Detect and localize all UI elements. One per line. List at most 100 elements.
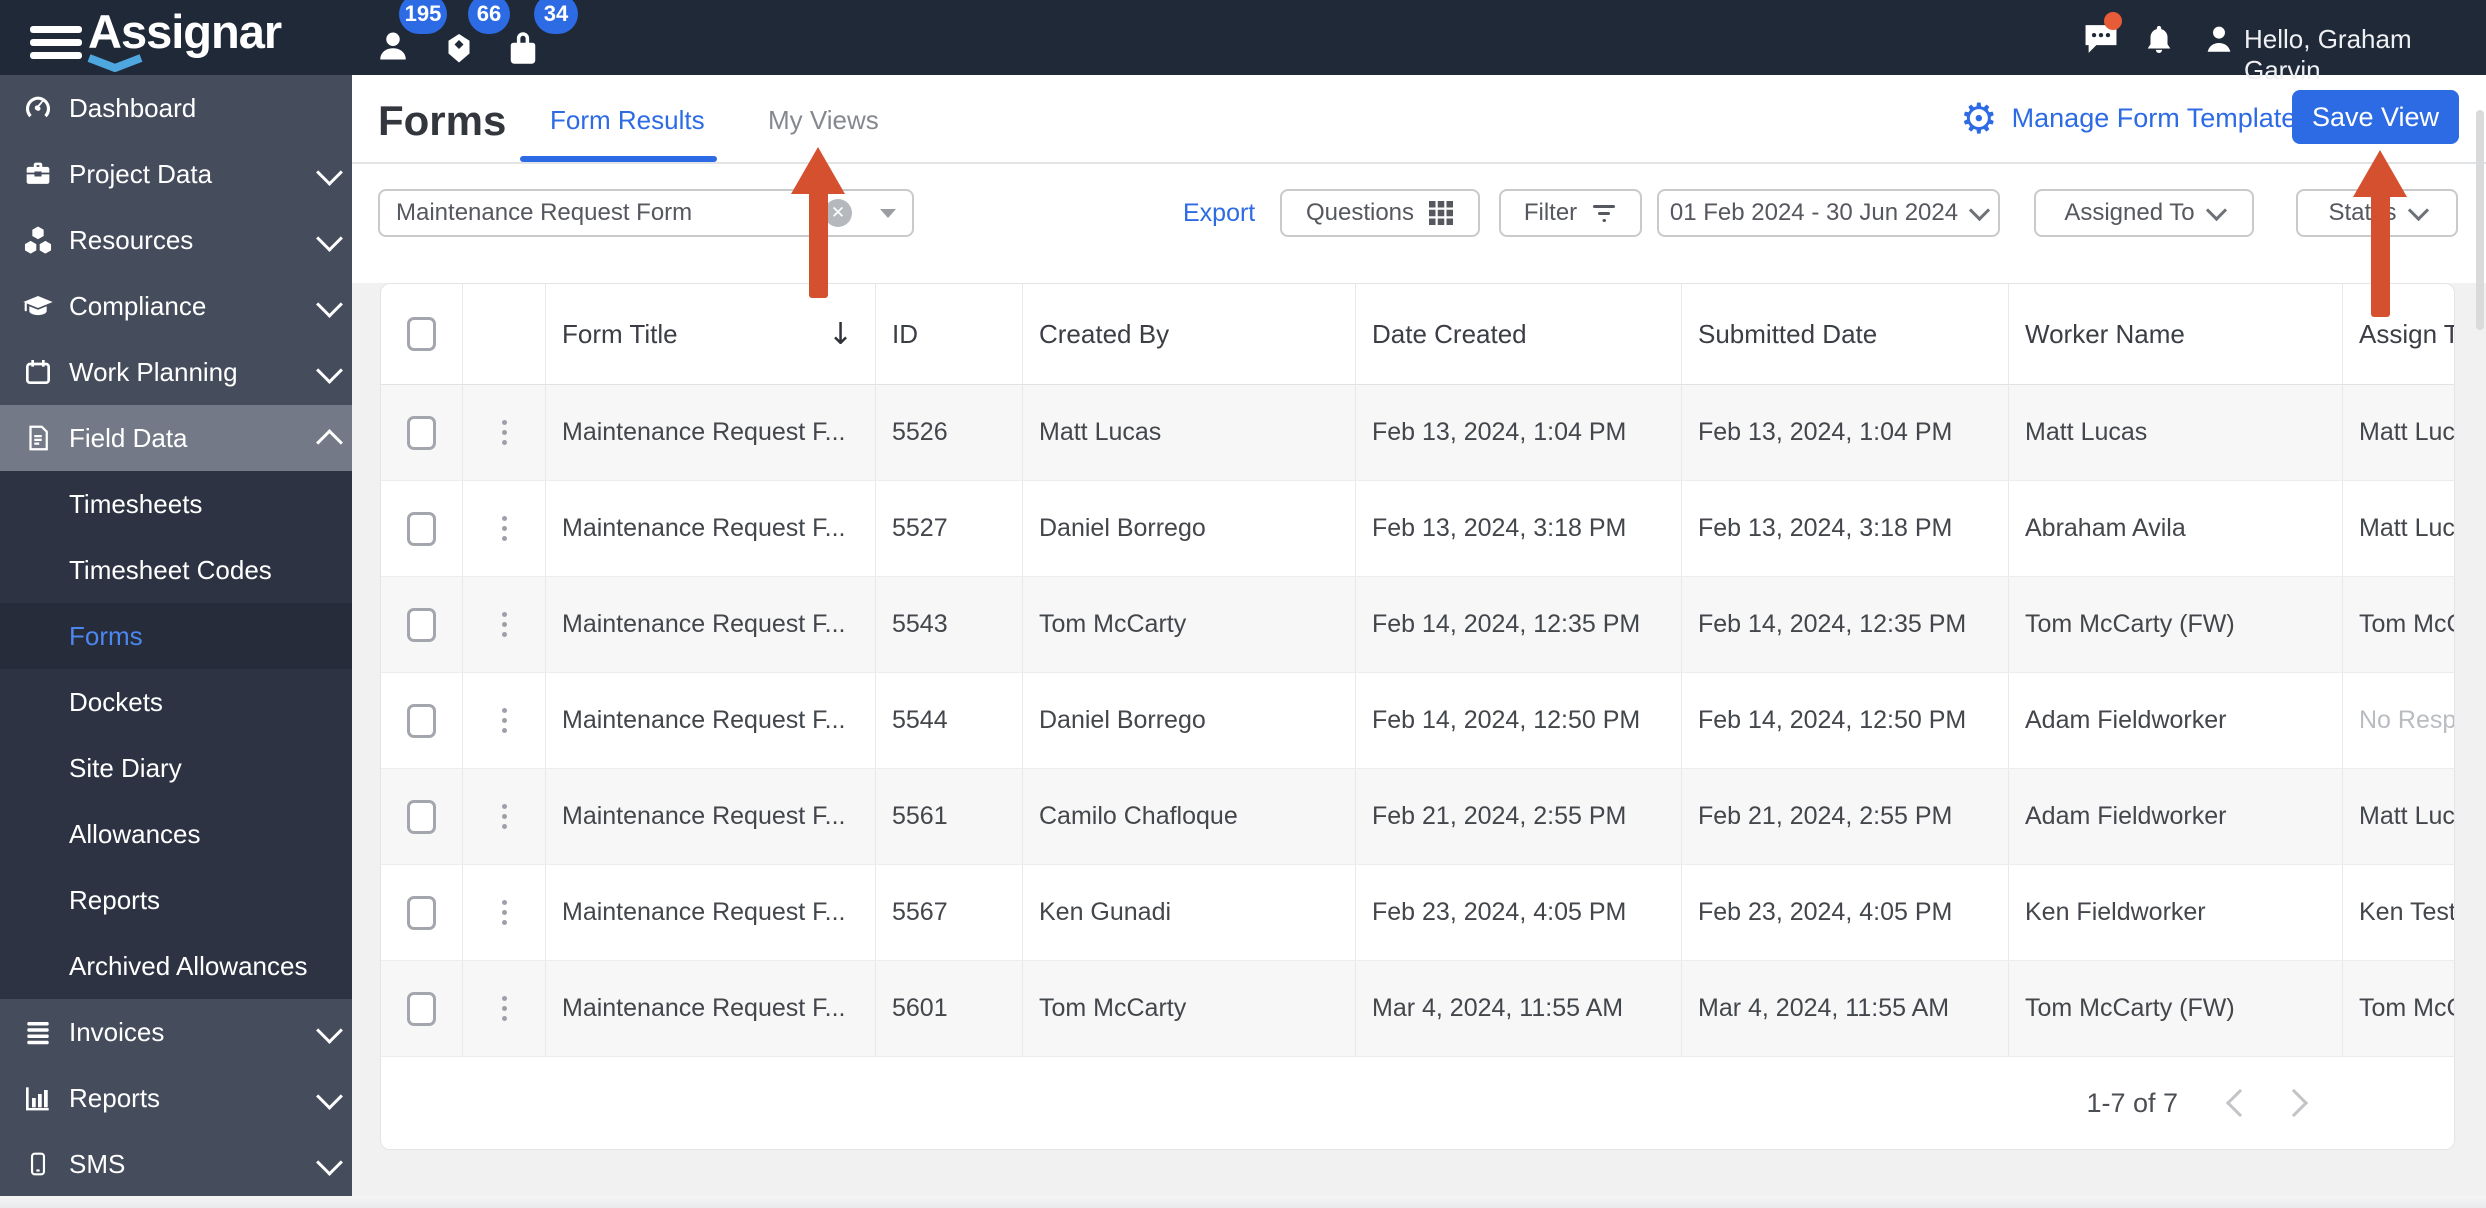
chevron-down-icon: [316, 1017, 343, 1044]
sidebar-item-allowances[interactable]: Allowances: [0, 801, 352, 867]
row-actions-kebab-icon[interactable]: [501, 612, 507, 637]
row-actions-kebab-icon[interactable]: [501, 996, 507, 1021]
cell-date-created: Feb 13, 2024, 1:04 PM: [1355, 385, 1681, 480]
sidebar-item-label: Timesheet Codes: [69, 554, 272, 585]
table-row[interactable]: Maintenance Request F... 5526 Matt Lucas…: [381, 385, 2454, 481]
select-all-checkbox[interactable]: [407, 317, 436, 351]
export-link[interactable]: Export: [1183, 189, 1255, 237]
column-header-form-title[interactable]: Form Title ↓: [545, 284, 875, 384]
row-checkbox[interactable]: [407, 415, 436, 450]
sidebar-item-reports-sub[interactable]: Reports: [0, 867, 352, 933]
cell-id: 5527: [875, 481, 1022, 576]
tab-form-results[interactable]: Form Results: [550, 105, 705, 136]
calendar-icon: [16, 355, 60, 389]
sidebar-item-label: Forms: [69, 620, 143, 651]
workers-count-icon[interactable]: [375, 26, 411, 66]
row-actions-kebab-icon[interactable]: [501, 900, 507, 925]
filter-lines-icon: [1593, 205, 1616, 222]
assets-count-icon[interactable]: [441, 28, 477, 70]
cell-worker-name: Adam Fieldworker: [2008, 769, 2342, 864]
tab-my-views[interactable]: My Views: [768, 105, 879, 136]
sidebar-item-label: Project Data: [69, 158, 213, 189]
row-actions-kebab-icon[interactable]: [501, 516, 507, 541]
cell-form-title[interactable]: Maintenance Request F...: [545, 769, 875, 864]
user-profile-icon[interactable]: [2202, 22, 2236, 56]
cell-id: 5601: [875, 961, 1022, 1056]
table-row[interactable]: Maintenance Request F... 5543 Tom McCart…: [381, 577, 2454, 673]
cell-id: 5567: [875, 865, 1022, 960]
row-actions-kebab-icon[interactable]: [501, 804, 507, 829]
chevron-down-icon: [316, 291, 343, 318]
sidebar-item-timesheet-codes[interactable]: Timesheet Codes: [0, 537, 352, 603]
cell-worker-name: Matt Lucas: [2008, 385, 2342, 480]
jobs-count-badge[interactable]: 34: [534, 0, 578, 34]
next-page-icon[interactable]: [2279, 1088, 2309, 1118]
cell-submitted-date: Feb 21, 2024, 2:55 PM: [1681, 769, 2008, 864]
sidebar-item-forms[interactable]: Forms: [0, 603, 352, 669]
cubes-icon: [16, 223, 60, 257]
sidebar-item-resources[interactable]: Resources: [0, 207, 352, 273]
row-actions-kebab-icon[interactable]: [501, 420, 507, 445]
cell-date-created: Feb 13, 2024, 3:18 PM: [1355, 481, 1681, 576]
sidebar-item-invoices[interactable]: Invoices: [0, 999, 352, 1065]
cell-assign-to: Ken Tester: [2342, 865, 2454, 960]
sidebar-item-dashboard[interactable]: Dashboard: [0, 75, 352, 141]
cell-form-title[interactable]: Maintenance Request F...: [545, 961, 875, 1056]
questions-button[interactable]: Questions: [1280, 189, 1480, 237]
filter-button[interactable]: Filter: [1499, 189, 1642, 237]
cell-form-title[interactable]: Maintenance Request F...: [545, 673, 875, 768]
sidebar-item-dockets[interactable]: Dockets: [0, 669, 352, 735]
table-row[interactable]: Maintenance Request F... 5544 Daniel Bor…: [381, 673, 2454, 769]
column-header-created-by[interactable]: Created By: [1022, 284, 1355, 384]
user-greeting[interactable]: Hello, Graham Garvin: [2244, 24, 2486, 86]
cell-form-title[interactable]: Maintenance Request F...: [545, 577, 875, 672]
sidebar-item-compliance[interactable]: Compliance: [0, 273, 352, 339]
sidebar-item-field-data[interactable]: Field Data: [0, 405, 352, 471]
cell-form-title[interactable]: Maintenance Request F...: [545, 481, 875, 576]
row-checkbox[interactable]: [407, 895, 436, 930]
workers-count-badge[interactable]: 195: [399, 0, 447, 34]
sidebar-item-site-diary[interactable]: Site Diary: [0, 735, 352, 801]
cell-form-title[interactable]: Maintenance Request F...: [545, 385, 875, 480]
sidebar-item-sms[interactable]: SMS: [0, 1131, 352, 1197]
annotation-arrow-save-view: [2353, 150, 2407, 317]
sidebar-item-reports[interactable]: Reports: [0, 1065, 352, 1131]
cell-submitted-date: Feb 13, 2024, 1:04 PM: [1681, 385, 2008, 480]
row-checkbox[interactable]: [407, 703, 436, 738]
column-header-id[interactable]: ID: [875, 284, 1022, 384]
filter-toolbar: Maintenance Request Form ✕ Export Questi…: [352, 189, 2486, 237]
cell-form-title[interactable]: Maintenance Request F...: [545, 865, 875, 960]
column-header-date-created[interactable]: Date Created: [1355, 284, 1681, 384]
row-checkbox[interactable]: [407, 607, 436, 642]
cell-id: 5561: [875, 769, 1022, 864]
jobs-count-icon[interactable]: [502, 27, 544, 69]
assigned-to-select[interactable]: Assigned To: [2034, 189, 2254, 237]
hamburger-menu-icon[interactable]: [30, 26, 82, 60]
chevron-down-icon: [316, 1149, 343, 1176]
column-header-worker-name[interactable]: Worker Name: [2008, 284, 2342, 384]
table-row[interactable]: Maintenance Request F... 5527 Daniel Bor…: [381, 481, 2454, 577]
save-view-button[interactable]: Save View: [2292, 90, 2459, 144]
chevron-down-icon: [2205, 199, 2227, 221]
sidebar-item-label: Allowances: [69, 818, 201, 849]
sidebar-item-archived-allowances[interactable]: Archived Allowances: [0, 933, 352, 999]
sidebar-item-project-data[interactable]: Project Data: [0, 141, 352, 207]
row-checkbox[interactable]: [407, 991, 436, 1026]
row-actions-kebab-icon[interactable]: [501, 708, 507, 733]
notifications-bell-icon[interactable]: [2142, 22, 2176, 58]
column-header-submitted-date[interactable]: Submitted Date: [1681, 284, 2008, 384]
row-checkbox[interactable]: [407, 511, 436, 546]
manage-form-templates-link[interactable]: ⚙ Manage Form Templates: [1960, 75, 2310, 162]
table-row[interactable]: Maintenance Request F... 5561 Camilo Cha…: [381, 769, 2454, 865]
cell-worker-name: Abraham Avila: [2008, 481, 2342, 576]
table-row[interactable]: Maintenance Request F... 5567 Ken Gunadi…: [381, 865, 2454, 961]
table-row[interactable]: Maintenance Request F... 5601 Tom McCart…: [381, 961, 2454, 1057]
sidebar-item-timesheets[interactable]: Timesheets: [0, 471, 352, 537]
window-scrollbar[interactable]: [2476, 110, 2484, 330]
date-range-select[interactable]: 01 Feb 2024 - 30 Jun 2024: [1657, 189, 2000, 237]
table-header-row: Form Title ↓ ID Created By Date Created …: [381, 284, 2454, 385]
row-checkbox[interactable]: [407, 799, 436, 834]
sort-descending-icon[interactable]: ↓: [828, 317, 853, 352]
previous-page-icon[interactable]: [2225, 1088, 2255, 1118]
sidebar-item-work-planning[interactable]: Work Planning: [0, 339, 352, 405]
